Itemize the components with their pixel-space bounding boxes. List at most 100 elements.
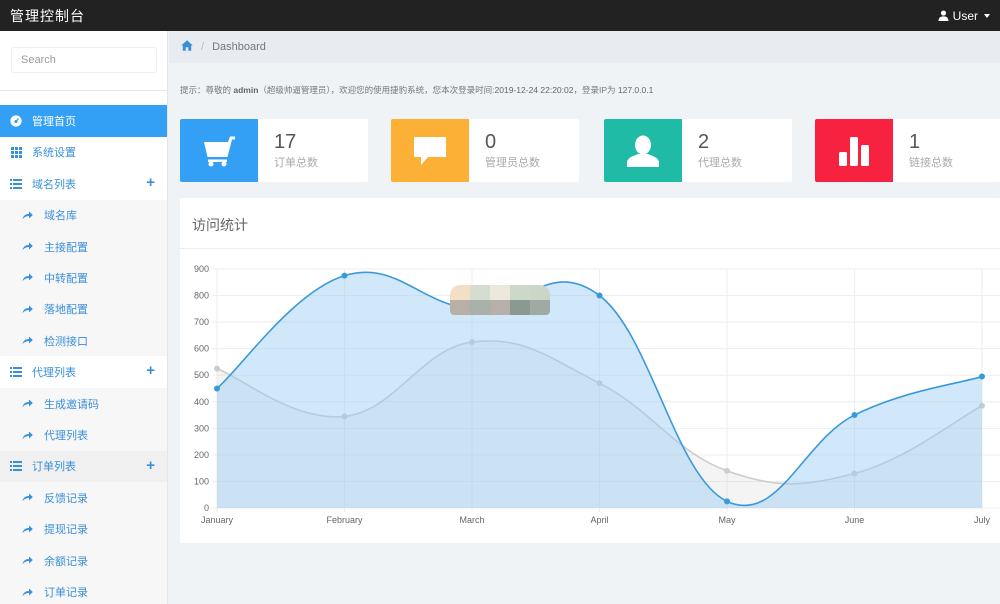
series-blue-point bbox=[851, 412, 858, 419]
sidebar-item-domain-list[interactable]: 域名列表 + bbox=[0, 168, 167, 200]
expand-plus-icon[interactable]: + bbox=[146, 458, 155, 473]
user-icon bbox=[604, 119, 682, 182]
user-icon bbox=[938, 10, 949, 21]
y-tick-label: 600 bbox=[194, 344, 209, 354]
sidebar-subitem[interactable]: 余额记录 bbox=[0, 545, 167, 577]
stat-value: 0 bbox=[485, 131, 497, 153]
series-blue-point bbox=[214, 385, 220, 392]
sidebar-subitem-label: 落地配置 bbox=[44, 304, 88, 317]
stat-value: 17 bbox=[274, 131, 297, 153]
user-label: User bbox=[952, 8, 978, 23]
x-tick-label: June bbox=[845, 515, 865, 525]
brand-title[interactable]: 管理控制台 bbox=[10, 6, 85, 26]
sidebar-subitem[interactable]: 落地配置 bbox=[0, 293, 167, 326]
sidebar-subitem[interactable]: 生成邀请码 bbox=[0, 387, 167, 420]
sidebar-subitem-label: 代理列表 bbox=[44, 430, 88, 443]
sidebar-subitem-label: 中转配置 bbox=[44, 272, 88, 285]
y-tick-label: 800 bbox=[194, 291, 209, 301]
sidebar-item-settings[interactable]: 系统设置 bbox=[0, 137, 167, 169]
series-blue-point bbox=[596, 292, 603, 299]
notice-middle: ，欢迎您的使用捷豹系统，您本次登录时间: bbox=[330, 85, 495, 95]
share-arrow-icon bbox=[22, 303, 34, 315]
y-tick-label: 700 bbox=[194, 317, 209, 327]
stat-label: 订单总数 bbox=[274, 157, 318, 169]
stat-label: 管理员总数 bbox=[485, 157, 540, 169]
notice-ip: 127.0.0.1 bbox=[617, 85, 654, 95]
stat-value: 2 bbox=[698, 131, 710, 153]
bar-chart-icon bbox=[815, 119, 893, 182]
breadcrumb-separator: / bbox=[201, 41, 205, 53]
sidebar-item-order-list[interactable]: 订单列表 + bbox=[0, 450, 167, 483]
notice-username: admin bbox=[233, 85, 259, 95]
x-tick-label: March bbox=[459, 515, 484, 525]
sidebar-item-dashboard[interactable]: 管理首页 bbox=[0, 105, 167, 137]
notice-prefix: 提示：尊敬的 bbox=[180, 85, 234, 95]
x-tick-label: May bbox=[718, 515, 736, 525]
stat-label: 链接总数 bbox=[909, 157, 953, 169]
sidebar-subitem-label: 检测接口 bbox=[44, 335, 88, 348]
y-tick-label: 900 bbox=[194, 264, 209, 274]
expand-plus-icon[interactable]: + bbox=[146, 175, 155, 190]
sidebar-subitem[interactable]: 域名库 bbox=[0, 199, 167, 231]
notice-login-time: 2019-12-24 22:20:02 bbox=[494, 85, 574, 95]
user-dropdown[interactable]: User bbox=[938, 9, 990, 23]
sidebar-item-label: 订单列表 bbox=[32, 461, 76, 474]
series-grey-point bbox=[724, 467, 730, 474]
share-arrow-icon bbox=[22, 209, 34, 221]
share-arrow-icon bbox=[22, 492, 34, 504]
caret-down-icon bbox=[984, 13, 990, 18]
sidebar-item-agent-list[interactable]: 代理列表 + bbox=[0, 356, 167, 388]
welcome-notice: 提示：尊敬的 admin（超级帅逼管理员），欢迎您的使用捷豹系统，您本次登录时间… bbox=[180, 84, 653, 96]
series-blue-point bbox=[979, 373, 985, 380]
series-grey-point bbox=[214, 365, 220, 372]
shopping-cart-icon bbox=[180, 119, 258, 182]
sidebar-subitem[interactable]: 主接配置 bbox=[0, 230, 167, 263]
x-tick-label: April bbox=[590, 515, 608, 525]
sidebar-subitem[interactable]: 订单记录 bbox=[0, 576, 167, 604]
breadcrumb: / Dashboard bbox=[169, 31, 1000, 63]
search-input[interactable] bbox=[11, 47, 157, 73]
stat-card-admins[interactable]: 0 管理员总数 bbox=[391, 119, 579, 182]
y-tick-label: 300 bbox=[194, 423, 209, 433]
share-arrow-icon bbox=[22, 586, 34, 598]
visit-stats-panel: 访问统计 0 100 200 300 400 500 600 700 800 900 January… bbox=[180, 198, 1000, 543]
top-navbar: 管理控制台 User bbox=[0, 0, 1000, 31]
sidebar-subitem[interactable]: 反馈记录 bbox=[0, 482, 167, 514]
sidebar-search bbox=[0, 31, 167, 91]
notice-role: （超级帅逼管理员） bbox=[258, 85, 331, 95]
series-blue-point bbox=[341, 272, 348, 279]
sidebar-subitem-label: 余额记录 bbox=[44, 555, 88, 568]
stat-value: 1 bbox=[909, 131, 921, 153]
home-icon[interactable] bbox=[181, 40, 193, 54]
sidebar-item-label: 管理首页 bbox=[32, 115, 76, 128]
sidebar-subitem-label: 主接配置 bbox=[44, 241, 88, 254]
sidebar-menu: 管理首页 系统设置 域名列表 + 域名库 主接配置 中转配置 落地配置 检测接口… bbox=[0, 105, 167, 604]
notice-ip-label: ，登录IP为 bbox=[573, 85, 618, 95]
expand-plus-icon[interactable]: + bbox=[146, 363, 155, 378]
stat-card-orders[interactable]: 17 订单总数 bbox=[180, 119, 368, 182]
stat-label: 代理总数 bbox=[698, 157, 742, 169]
grid-icon bbox=[10, 146, 22, 158]
list-icon bbox=[10, 178, 22, 190]
y-tick-label: 100 bbox=[194, 476, 209, 486]
sidebar-item-label: 域名列表 bbox=[32, 178, 76, 191]
visit-stats-chart: 0 100 200 300 400 500 600 700 800 900 January Febru… bbox=[194, 264, 1000, 525]
share-arrow-icon bbox=[22, 398, 34, 410]
share-arrow-icon bbox=[22, 555, 34, 567]
sidebar-subitem[interactable]: 中转配置 bbox=[0, 262, 167, 294]
sidebar-subitem-label: 订单记录 bbox=[44, 587, 88, 600]
x-tick-label: February bbox=[326, 515, 363, 525]
y-tick-label: 200 bbox=[194, 450, 209, 460]
redacted-blur-overlay bbox=[450, 285, 550, 315]
share-arrow-icon bbox=[22, 429, 34, 441]
stat-card-links[interactable]: 1 链接总数 bbox=[815, 119, 1000, 182]
sidebar-subitem-label: 域名库 bbox=[44, 210, 77, 223]
stat-card-agents[interactable]: 2 代理总数 bbox=[604, 119, 792, 182]
x-tick-label: January bbox=[201, 515, 234, 525]
y-tick-label: 500 bbox=[194, 370, 209, 380]
sidebar-item-label: 代理列表 bbox=[32, 367, 76, 380]
sidebar-subitem[interactable]: 检测接口 bbox=[0, 325, 167, 357]
sidebar-subitem[interactable]: 提现记录 bbox=[0, 513, 167, 546]
sidebar-subitem[interactable]: 代理列表 bbox=[0, 419, 167, 451]
share-arrow-icon bbox=[22, 523, 34, 535]
